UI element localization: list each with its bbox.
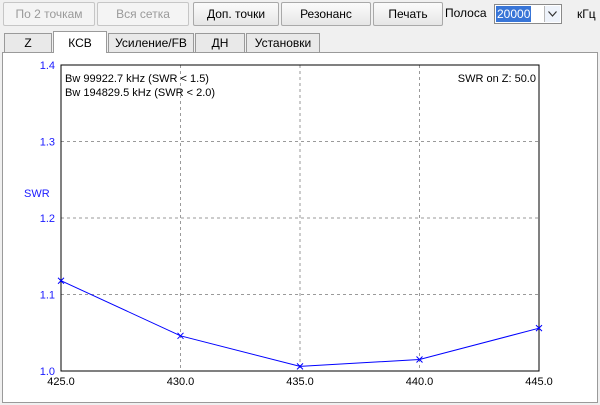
chevron-down-icon[interactable] <box>544 6 560 22</box>
tab-bar: Z КСВ Усиление/FB ДН Установки <box>0 31 600 53</box>
y-tick-label: 1.3 <box>40 137 55 149</box>
grid <box>61 65 539 371</box>
bandwidth-annotation-2: Bw 194829.5 kHz (SWR < 2.0) <box>65 87 215 99</box>
band-label: Полоса <box>445 6 487 20</box>
tab-swr[interactable]: КСВ <box>53 31 107 53</box>
x-tick-label: 430.0 <box>167 376 195 388</box>
toolbar: По 2 точкам Вся сетка Доп. точки Резонан… <box>0 0 600 28</box>
extra-points-button[interactable]: Доп. точки <box>193 2 279 26</box>
axis-ticks: 425.0 430.0 435.0 440.0 445.01.01.11.21.31.4 <box>40 60 553 388</box>
swr-chart: 425.0 430.0 435.0 440.0 445.01.01.11.21.31.4… <box>24 60 553 388</box>
y-tick-label: 1.2 <box>40 213 55 225</box>
full-grid-button[interactable]: Вся сетка <box>97 2 189 26</box>
swr-on-z-annotation: SWR on Z: 50.0 <box>458 73 536 85</box>
swr-chart-panel: 425.0 430.0 435.0 440.0 445.0 1.0 1.1 1.2 1.3 1.4… <box>2 52 598 403</box>
x-tick-label: 445.0 <box>525 376 553 388</box>
resonance-button[interactable]: Резонанс <box>281 2 371 26</box>
y-tick-label: 1.4 <box>40 60 55 72</box>
x-tick-label: 440.0 <box>406 376 434 388</box>
y-axis-label: SWR <box>24 188 50 200</box>
tab-pattern[interactable]: ДН <box>195 33 245 52</box>
y-tick-label: 1.1 <box>40 290 55 302</box>
band-unit-label: кГц <box>577 7 596 21</box>
print-button[interactable]: Печать <box>373 2 443 26</box>
by-two-points-button[interactable]: По 2 точкам <box>3 2 95 26</box>
tab-gain-fb[interactable]: Усиление/FB <box>108 33 194 52</box>
x-tick-label: 435.0 <box>286 376 314 388</box>
band-value[interactable]: 20000 <box>496 6 532 22</box>
band-select[interactable]: 20000 <box>494 4 562 24</box>
tab-settings[interactable]: Установки <box>246 33 320 52</box>
bandwidth-annotation-1: Bw 99922.7 kHz (SWR < 1.5) <box>65 73 209 85</box>
tab-z[interactable]: Z <box>4 33 52 52</box>
y-tick-label: 1.0 <box>40 366 55 378</box>
